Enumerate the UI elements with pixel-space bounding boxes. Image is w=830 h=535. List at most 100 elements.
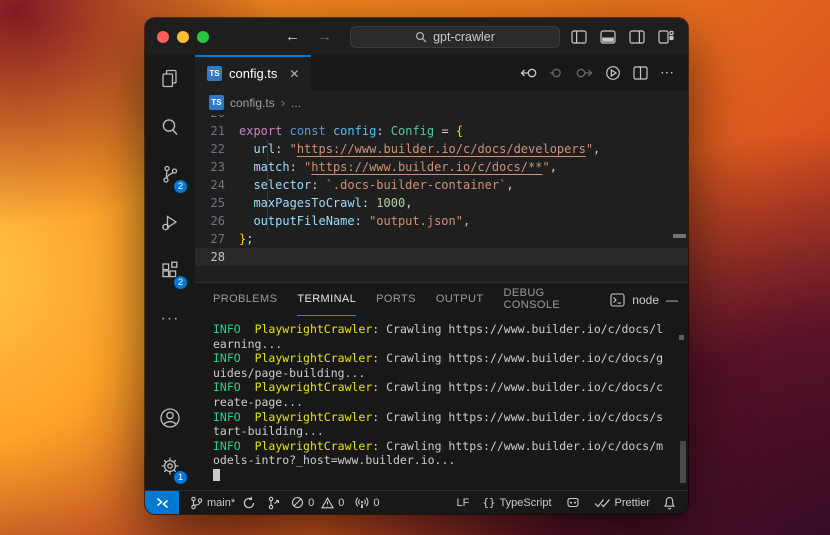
run-code-icon[interactable] [605,65,621,81]
typescript-file-icon: TS [207,66,222,81]
sidebar-item-extensions[interactable]: 2 [145,247,195,295]
split-editor-icon[interactable] [633,66,648,80]
sidebar-item-search[interactable] [145,103,195,151]
double-check-icon [594,497,611,509]
eol-label: LF [456,497,469,509]
typescript-file-icon: TS [209,95,224,110]
line-number: 24 [195,176,239,194]
navigate-forward-icon[interactable] [576,66,593,80]
search-value: gpt-crawler [433,30,495,44]
copilot-status[interactable] [565,496,581,510]
chevron-right-icon: › [281,95,285,110]
code-text: maxPagesToCrawl: 1000, [239,194,412,212]
activity-bar: 2 2 [145,55,195,490]
toggle-primary-sidebar-icon[interactable] [571,30,587,44]
terminal-icon [610,293,625,307]
editor-tab-strip: TS config.ts ✕ [195,55,688,90]
panel-tab-output[interactable]: OUTPUT [436,283,484,316]
code-line[interactable]: 23 match: "https://www.builder.io/c/docs… [195,158,688,176]
code-text: export const config: Config = { [239,122,463,140]
code-line[interactable]: 25 maxPagesToCrawl: 1000, [195,194,688,212]
history-back-button[interactable]: ← [285,28,300,45]
zoom-window-button[interactable] [197,31,209,43]
account-button[interactable] [145,394,195,442]
toggle-panel-icon[interactable] [600,30,616,44]
panel-tab-ports[interactable]: PORTS [376,283,416,316]
formatter-status[interactable]: Prettier [594,497,650,509]
breadcrumb: TS config.ts › ... [195,90,688,115]
close-window-button[interactable] [157,31,169,43]
warnings-icon [321,497,334,509]
terminal-scrollbar[interactable] [680,441,686,483]
panel-tab-problems[interactable]: PROBLEMS [213,283,277,316]
panel-tab-terminal[interactable]: TERMINAL [297,283,356,316]
tab-label: config.ts [229,66,277,81]
code-editor[interactable]: 2021export const config: Config = {22 ur… [195,115,688,282]
terminal-line: INFO PlaywrightCrawler: Crawling https:/… [213,380,688,395]
customize-layout-icon[interactable] [658,30,674,44]
code-text: url: "https://www.builder.io/c/docs/deve… [239,140,600,158]
sync-icon [242,496,256,510]
more-views-icon: ··· [161,310,180,328]
line-number: 28 [195,248,239,266]
navigate-previous-icon[interactable] [549,66,564,80]
problems-status[interactable]: 0 0 [291,496,344,509]
branch-status[interactable]: main* [190,496,235,510]
ports-status[interactable]: 0 [355,496,379,509]
branch-name: main* [207,497,235,509]
minimize-window-button[interactable] [177,31,189,43]
warnings-count: 0 [338,497,344,509]
sidebar-item-run-debug[interactable] [145,199,195,247]
breadcrumb-file[interactable]: config.ts [230,96,275,110]
eol-indicator[interactable]: LF [456,497,469,509]
language-label: TypeScript [500,497,552,509]
terminal-line [213,468,688,483]
code-line[interactable]: 24 selector: `.docs-builder-container`, [195,176,688,194]
history-forward-button[interactable]: → [317,28,332,45]
git-compare-status[interactable] [267,496,280,510]
code-line[interactable]: 26 outputFileName: "output.json", [195,212,688,230]
more-actions-icon[interactable]: ⋯ [660,64,675,81]
line-number: 27 [195,230,239,248]
language-mode[interactable]: {} TypeScript [482,496,551,509]
terminal-shell-selector[interactable]: node— [610,283,678,316]
settings-badge: 1 [173,470,188,485]
command-center-search[interactable]: gpt-crawler [350,26,560,48]
errors-icon [291,496,304,509]
remote-indicator[interactable] [145,491,179,514]
tab-config-ts[interactable]: TS config.ts ✕ [195,55,311,90]
sidebar-item-more[interactable]: ··· [145,295,195,343]
panel-tab-debug-console[interactable]: DEBUG CONSOLE [504,283,591,316]
terminal-line: INFO PlaywrightCrawler: Crawling https:/… [213,410,688,425]
terminal-line: INFO PlaywrightCrawler: Crawling https:/… [213,322,688,337]
search-icon [158,115,182,139]
breadcrumb-more[interactable]: ... [291,96,301,110]
terminal-line: INFO PlaywrightCrawler: Crawling https:/… [213,351,688,366]
tab-close-icon[interactable]: ✕ [289,67,299,81]
ports-count: 0 [373,497,379,509]
sidebar-item-source-control[interactable]: 2 [145,151,195,199]
code-line[interactable]: 20 [195,115,688,122]
git-branch-icon [190,496,203,510]
line-number: 26 [195,212,239,230]
code-text: }; [239,230,253,248]
code-line[interactable]: 28 [195,248,688,266]
terminal-output[interactable]: INFO PlaywrightCrawler: Crawling https:/… [195,316,688,490]
formatter-label: Prettier [615,497,650,509]
code-text: outputFileName: "output.json", [239,212,470,230]
code-text: selector: `.docs-builder-container`, [239,176,514,194]
notifications-button[interactable] [663,496,676,510]
code-line[interactable]: 27}; [195,230,688,248]
sidebar-item-explorer[interactable] [145,55,195,103]
navigate-back-icon[interactable] [520,66,537,80]
settings-button[interactable]: 1 [145,442,195,490]
search-icon [415,31,427,43]
toggle-secondary-sidebar-icon[interactable] [629,30,645,44]
terminal-line: INFO PlaywrightCrawler: Crawling https:/… [213,439,688,454]
sync-status[interactable] [242,496,256,510]
editor-scrollbar-mark[interactable] [673,234,686,238]
terminal-cursor [213,469,220,481]
extensions-badge: 2 [173,275,188,290]
code-line[interactable]: 21export const config: Config = { [195,122,688,140]
code-line[interactable]: 22 url: "https://www.builder.io/c/docs/d… [195,140,688,158]
